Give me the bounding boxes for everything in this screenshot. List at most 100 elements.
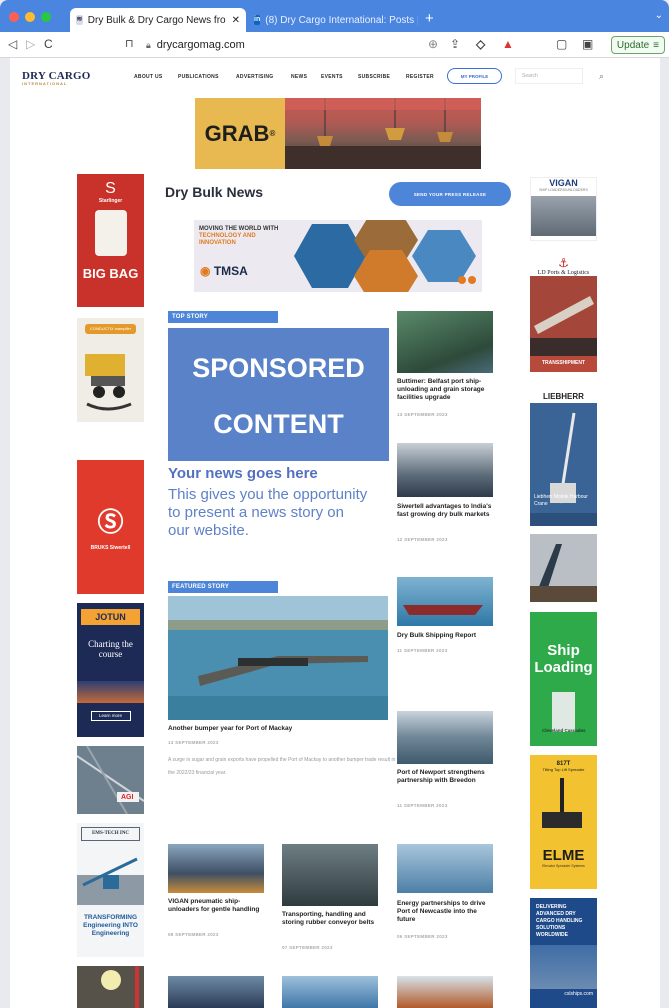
tab-list-chevron-icon[interactable]: ⌄: [655, 10, 663, 21]
bruks-siwertell-ad[interactable]: Ⓢ BRUKS Siwertell: [77, 460, 144, 594]
nav-subscribe[interactable]: SUBSCRIBE: [358, 74, 390, 80]
side-story-title[interactable]: Siwertell advantages to India's fast gro…: [397, 503, 497, 519]
bruks-logo-icon: Ⓢ: [97, 507, 124, 537]
wallet-icon[interactable]: ▣: [582, 37, 593, 51]
bottom-story-image[interactable]: [397, 976, 493, 1008]
toolbar: ◁ ▷ C ⊓ 🔒︎ drycargomag.com ⊕ ⇪ ◇ ▲ ▢ ▣ U…: [0, 32, 669, 58]
right-crane-photo-ad[interactable]: [530, 534, 597, 602]
vigan-ad[interactable]: VIGAN SHIP LOADERS/UNLOADERS: [530, 177, 597, 241]
side-story-date: 11 SEPTEMBER 2023: [397, 803, 448, 808]
new-tab-icon[interactable]: +: [425, 10, 434, 27]
bottom-story-image[interactable]: [168, 976, 264, 1008]
zoom-icon[interactable]: ⊕: [428, 37, 438, 51]
tab-bar: ≋ Dry Bulk & Dry Cargo News fro ✕ in (8)…: [0, 0, 669, 32]
ld-ports-transshipment-ad[interactable]: TRANSSHIPMENT: [530, 276, 597, 372]
elme-ad[interactable]: 817T Tilting Top Lift Spreader ELME Elev…: [530, 755, 597, 889]
sponsored-line1: SPONSORED: [192, 353, 365, 383]
starlinger-big-bag-ad[interactable]: S Starlinger BIG BAG: [77, 174, 144, 307]
big-bag-image: [94, 210, 127, 256]
site-header: DRY CARGO INTERNATIONAL ABOUT US PUBLICA…: [10, 58, 660, 98]
bookmark-icon[interactable]: ⊓: [125, 37, 134, 50]
reload-icon[interactable]: C: [44, 37, 53, 51]
bottom-story-image[interactable]: [397, 844, 493, 893]
nav-advertising[interactable]: ADVERTISING: [236, 74, 273, 80]
side-story-date: 11 SEPTEMBER 2023: [397, 648, 448, 653]
featured-story-image[interactable]: [168, 596, 388, 720]
top-story-headline[interactable]: Your news goes here: [168, 465, 318, 482]
update-label: Update: [616, 39, 650, 51]
minimize-window-button[interactable]: [25, 12, 35, 22]
nav-register[interactable]: REGISTER: [406, 74, 434, 80]
bottom-story-date: 07 SEPTEMBER 2023: [282, 945, 333, 950]
ld-ports-tagline: TRANSSHIPMENT: [541, 360, 586, 366]
liebherr-ad[interactable]: LIEBHERR Liebherr Mobile Harbour Crane: [530, 390, 597, 526]
tab-linkedin[interactable]: in (8) Dry Cargo International: Posts |: [248, 8, 418, 32]
tmsa-tagline: MOVING THE WORLD WITH TECHNOLOGY AND INN…: [199, 226, 278, 247]
bruks-brand: BRUKS Siwertell: [90, 545, 131, 551]
site-logo[interactable]: DRY CARGO INTERNATIONAL: [22, 70, 91, 86]
tmsa-mark-icon: ◉: [200, 264, 211, 278]
tab-label: (8) Dry Cargo International: Posts |: [265, 14, 418, 26]
jotun-logo: JOTUN: [81, 609, 140, 625]
tmsa-line2: TECHNOLOGY AND: [199, 233, 256, 239]
close-window-button[interactable]: [9, 12, 19, 22]
sponsored-content-box[interactable]: SPONSORED CONTENT: [168, 328, 389, 461]
search-input[interactable]: Search: [515, 68, 583, 84]
side-story-image[interactable]: [397, 711, 493, 764]
vigan-logo: VIGAN: [549, 178, 578, 188]
tmsa-banner-ad[interactable]: MOVING THE WORLD WITH TECHNOLOGY AND INN…: [194, 220, 482, 292]
nav-news[interactable]: NEWS: [291, 74, 307, 80]
brave-shield-icon[interactable]: ◇: [476, 37, 485, 51]
nav-events[interactable]: EVENTS: [321, 74, 343, 80]
nav-about-us[interactable]: ABOUT US: [134, 74, 163, 80]
close-tab-icon[interactable]: ✕: [232, 15, 240, 26]
bottom-story-image[interactable]: [168, 844, 264, 893]
forward-icon[interactable]: ▷: [26, 37, 35, 51]
liebherr-logo: LIEBHERR: [530, 390, 597, 403]
conductix-ad[interactable]: CONDUCTIX wampfler: [77, 318, 144, 422]
jotun-ad[interactable]: JOTUN Charting the course Learn more: [77, 603, 144, 737]
side-story-title[interactable]: Dry Bulk Shipping Report: [397, 632, 497, 640]
bottom-story-title[interactable]: VIGAN pneumatic ship-unloaders for gentl…: [168, 898, 268, 914]
my-profile-button[interactable]: MY PROFILE: [447, 68, 502, 84]
bottom-story-image[interactable]: [282, 844, 378, 906]
csl-ship-photo: [530, 945, 597, 989]
grab-banner-ad[interactable]: GRAB ®: [195, 98, 481, 169]
nav-publications[interactable]: PUBLICATIONS: [178, 74, 219, 80]
update-button[interactable]: Update ≡: [610, 36, 665, 54]
bottom-story-title[interactable]: Transporting, handling and storing rubbe…: [282, 911, 382, 927]
share-icon[interactable]: ⇪: [450, 37, 460, 51]
csl-ad[interactable]: DELIVERING ADVANCED DRY CARGO HANDLING S…: [530, 898, 597, 1008]
side-story-title[interactable]: Buttimer: Belfast port ship-unloading an…: [397, 378, 497, 402]
side-story-image[interactable]: [397, 577, 493, 626]
cleveland-logo: Cleveland Cascades: [542, 728, 586, 733]
ld-ports-ship-illustration: [530, 276, 597, 356]
tmsa-brand: TMSA: [213, 264, 248, 278]
bottom-story-image[interactable]: [282, 976, 378, 1008]
menu-icon: ≡: [653, 39, 659, 51]
jotun-learn-more-button[interactable]: Learn more: [90, 711, 131, 721]
back-icon[interactable]: ◁: [8, 37, 17, 51]
ship-loading-line2: Loading: [534, 659, 593, 676]
bulk-ship-illustration: [403, 605, 483, 615]
tab-drycargo[interactable]: ≋ Dry Bulk & Dry Cargo News fro ✕: [70, 8, 246, 32]
search-icon[interactable]: ⌕: [599, 71, 604, 82]
maximize-window-button[interactable]: [41, 12, 51, 22]
send-press-release-button[interactable]: SEND YOUR PRESS RELEASE: [389, 182, 511, 206]
sponsored-line2: CONTENT: [213, 409, 344, 439]
brave-rewards-icon[interactable]: ▲: [502, 37, 514, 51]
bottom-story-title[interactable]: Energy partnerships to drive Port of New…: [397, 900, 497, 924]
featured-story-title[interactable]: Another bumper year for Port of Mackay: [168, 725, 292, 732]
cleveland-cascades-ad[interactable]: Ship Loading Cleveland Cascades: [530, 612, 597, 746]
loading-chute-image: [552, 692, 575, 732]
side-story-image[interactable]: [397, 443, 493, 497]
side-story-title[interactable]: Port of Newport strengthens partnership …: [397, 769, 497, 785]
featured-story-description: A surge in sugar and grain exports have …: [168, 757, 396, 776]
side-story-image[interactable]: [397, 311, 493, 373]
side-story-date: 12 SEPTEMBER 2023: [397, 537, 448, 542]
ems-tech-ad[interactable]: EMS-TECH INC TRANSFORMING Engineering IN…: [77, 823, 144, 957]
sidebar-icon[interactable]: ▢: [556, 37, 567, 51]
agi-ad[interactable]: AGI: [76, 745, 145, 815]
left-ad-7[interactable]: [77, 966, 144, 1008]
address-bar[interactable]: 🔒︎ drycargomag.com: [146, 36, 526, 54]
